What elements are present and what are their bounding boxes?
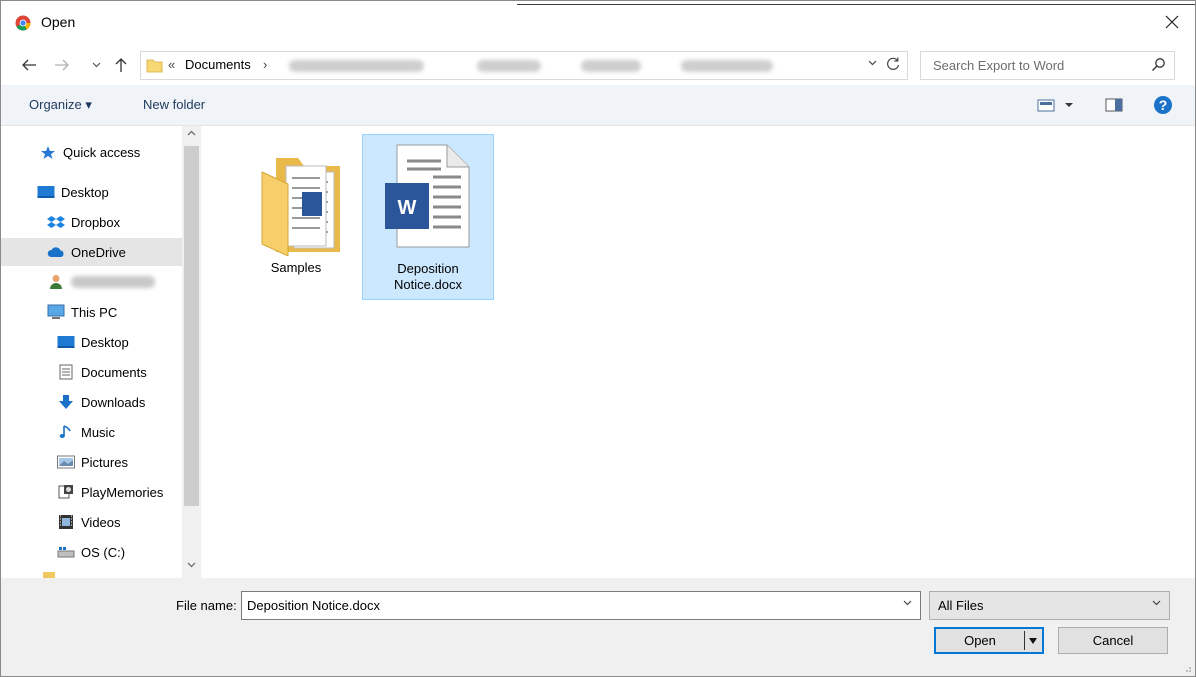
folder-item-samples[interactable]: Samples bbox=[231, 134, 361, 298]
up-arrow-icon bbox=[115, 58, 127, 72]
playmemories-icon bbox=[57, 484, 75, 500]
scroll-up-button[interactable] bbox=[184, 128, 199, 144]
close-icon bbox=[1165, 15, 1179, 29]
new-folder-button[interactable]: New folder bbox=[143, 97, 205, 112]
music-icon bbox=[57, 424, 75, 440]
preview-pane-button[interactable] bbox=[1105, 97, 1123, 116]
nav-item-music[interactable]: Music bbox=[57, 418, 115, 446]
file-list: Samples W Deposition Notice.docx bbox=[205, 126, 1195, 578]
dropbox-icon bbox=[47, 214, 65, 230]
star-icon bbox=[39, 144, 57, 160]
nav-scroll-thumb[interactable] bbox=[184, 146, 199, 506]
file-name-label: File name: bbox=[176, 598, 237, 613]
videos-icon bbox=[57, 514, 75, 530]
up-button[interactable] bbox=[111, 55, 131, 75]
scroll-down-button[interactable] bbox=[184, 560, 199, 576]
folder-icon bbox=[261, 158, 340, 256]
nav-item-documents[interactable]: Documents bbox=[57, 358, 147, 386]
open-button-label: Open bbox=[964, 633, 996, 648]
blurred-segment bbox=[477, 60, 541, 72]
chrome-icon bbox=[15, 15, 31, 31]
search-icon[interactable] bbox=[1151, 57, 1166, 75]
refresh-button[interactable] bbox=[885, 56, 901, 75]
refresh-icon bbox=[887, 57, 900, 70]
word-document-icon: W bbox=[385, 144, 470, 248]
close-button[interactable] bbox=[1149, 5, 1195, 39]
command-bar: Organize ▾ New folder ? bbox=[1, 85, 1195, 126]
address-separator: › bbox=[263, 57, 268, 72]
search-input[interactable] bbox=[921, 52, 1150, 79]
computer-icon bbox=[47, 304, 65, 320]
title-bar-edge bbox=[517, 4, 1195, 5]
file-type-filter[interactable]: All Files bbox=[929, 591, 1170, 620]
download-icon bbox=[57, 394, 75, 410]
desktop-icon bbox=[37, 184, 55, 200]
view-icon bbox=[1037, 99, 1073, 112]
address-bar[interactable]: « Documents › bbox=[140, 51, 908, 80]
blurred-user-name bbox=[71, 276, 155, 288]
file-item-deposition-notice[interactable]: W Deposition Notice.docx bbox=[362, 134, 494, 300]
split-divider bbox=[1024, 631, 1025, 650]
file-name-dropdown-icon[interactable] bbox=[903, 598, 912, 609]
bottom-panel: File name: All Files Open Cancel bbox=[1, 578, 1195, 676]
address-row: « Documents › bbox=[1, 45, 1195, 85]
folder-name: Samples bbox=[270, 260, 322, 275]
open-dropdown-icon[interactable] bbox=[1028, 634, 1038, 651]
view-options-button[interactable] bbox=[1037, 97, 1077, 116]
preview-pane-icon bbox=[1105, 98, 1123, 112]
pictures-icon bbox=[57, 454, 75, 470]
nav-item-pc-desktop[interactable]: Desktop bbox=[57, 328, 129, 356]
back-arrow-icon bbox=[22, 59, 36, 71]
forward-arrow-icon bbox=[55, 59, 69, 71]
navigation-pane: Quick access Desktop Dropbox OneDrive Th… bbox=[1, 126, 201, 578]
nav-item-dropbox[interactable]: Dropbox bbox=[47, 208, 120, 236]
cancel-button-label: Cancel bbox=[1092, 633, 1134, 648]
organize-button[interactable]: Organize ▾ bbox=[29, 97, 92, 113]
open-dialog: Open « Documents › Search Export to Word… bbox=[0, 0, 1196, 677]
recent-locations-button[interactable] bbox=[89, 55, 103, 75]
cancel-button[interactable]: Cancel bbox=[1058, 627, 1168, 654]
open-button[interactable]: Open bbox=[934, 627, 1044, 654]
nav-item-os-c[interactable]: OS (C:) bbox=[57, 538, 125, 566]
chevron-down-icon bbox=[92, 62, 100, 68]
file-type-value: All Files bbox=[938, 598, 984, 613]
chevron-down-icon bbox=[1152, 598, 1161, 609]
help-button[interactable]: ? bbox=[1153, 95, 1173, 118]
file-name-field[interactable] bbox=[241, 591, 921, 620]
folder-icon bbox=[146, 59, 163, 73]
nav-item-user[interactable] bbox=[47, 268, 155, 296]
help-icon: ? bbox=[1154, 96, 1172, 114]
title-bar-fade bbox=[1, 1, 517, 4]
title-bar: Open bbox=[1, 1, 1195, 45]
dialog-title: Open bbox=[41, 14, 76, 30]
nav-item-desktop[interactable]: Desktop bbox=[37, 178, 109, 206]
file-name-input[interactable] bbox=[242, 592, 889, 619]
nav-item-downloads[interactable]: Downloads bbox=[57, 388, 145, 416]
svg-text:?: ? bbox=[1159, 97, 1168, 113]
address-dropdown-icon[interactable] bbox=[868, 57, 877, 69]
address-overflow[interactable]: « bbox=[168, 57, 175, 72]
drive-icon bbox=[57, 544, 75, 560]
blurred-segment bbox=[681, 60, 773, 72]
address-segment-documents[interactable]: Documents bbox=[185, 57, 251, 72]
forward-button[interactable] bbox=[51, 55, 73, 75]
search-box[interactable] bbox=[920, 51, 1175, 80]
nav-item-quick-access[interactable]: Quick access bbox=[39, 138, 140, 166]
nav-item-pictures[interactable]: Pictures bbox=[57, 448, 128, 476]
svg-text:W: W bbox=[398, 197, 417, 219]
file-name-line2: Notice.docx bbox=[394, 277, 462, 292]
back-button[interactable] bbox=[17, 55, 41, 75]
nav-item-this-pc[interactable]: This PC bbox=[47, 298, 117, 326]
resize-grip-icon[interactable] bbox=[1182, 663, 1192, 673]
blurred-segment bbox=[289, 60, 424, 72]
user-icon bbox=[47, 274, 65, 290]
nav-item-onedrive[interactable]: OneDrive bbox=[1, 238, 182, 266]
blurred-segment bbox=[581, 60, 641, 72]
file-name-line1: Deposition bbox=[397, 261, 459, 276]
desktop-icon bbox=[57, 334, 75, 350]
nav-item-videos[interactable]: Videos bbox=[57, 508, 121, 536]
nav-item-playmemories[interactable]: PlayMemories bbox=[57, 478, 163, 506]
documents-icon bbox=[57, 364, 75, 380]
cloud-icon bbox=[47, 244, 65, 260]
